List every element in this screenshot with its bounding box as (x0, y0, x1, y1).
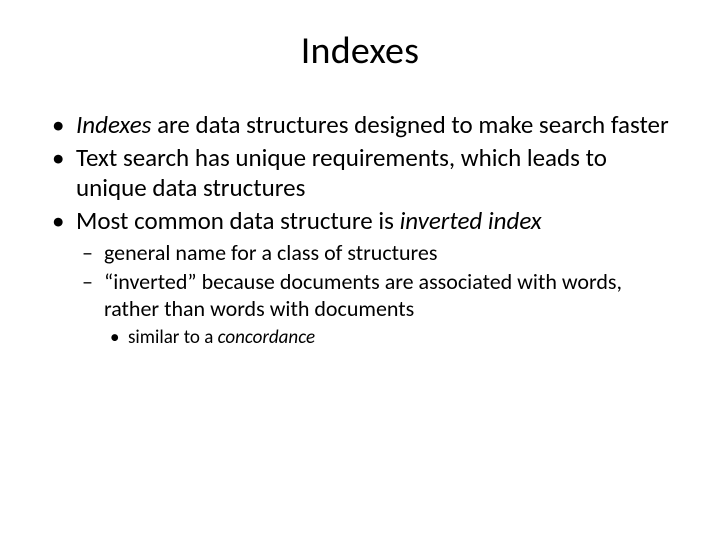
sub-sub-bullet-text-italic: concordance (218, 326, 315, 349)
bullet-item: Most common data structure is inverted i… (48, 206, 672, 350)
bullet-text: Text search has unique requirements, whi… (76, 142, 607, 204)
sub-bullet-item: general name for a class of structures (76, 240, 672, 267)
sub-bullet-list: general name for a class of structures “… (76, 240, 672, 350)
bullet-text: are data structures designed to make sea… (151, 109, 668, 140)
bullet-text-italic: inverted index (400, 205, 542, 236)
slide-title: Indexes (48, 28, 672, 74)
sub-bullet-text: general name for a class of structures (104, 239, 437, 266)
bullet-text: Most common data structure is (76, 205, 400, 236)
sub-sub-bullet-list: similar to a concordance (104, 326, 672, 349)
bullet-list: Indexes are data structures designed to … (48, 110, 672, 350)
sub-sub-bullet-text: similar to a (128, 326, 218, 349)
bullet-item: Indexes are data structures designed to … (48, 110, 672, 141)
slide: Indexes Indexes are data structures desi… (0, 0, 720, 540)
bullet-item: Text search has unique requirements, whi… (48, 143, 672, 204)
sub-bullet-item: “inverted” because documents are associa… (76, 269, 672, 350)
bullet-text-italic: Indexes (76, 109, 151, 140)
sub-sub-bullet-item: similar to a concordance (104, 326, 672, 349)
sub-bullet-text: “inverted” because documents are associa… (104, 268, 622, 322)
